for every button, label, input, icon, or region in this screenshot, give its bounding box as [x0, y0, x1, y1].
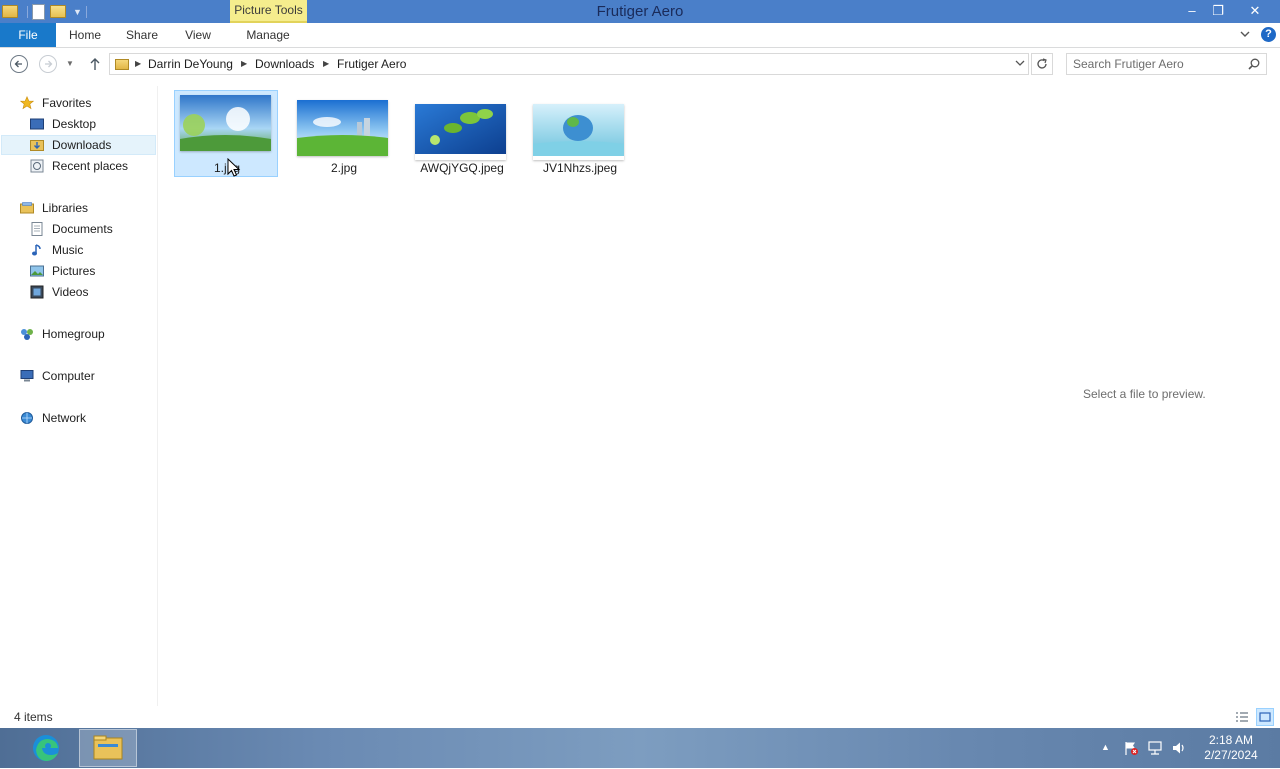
- help-icon[interactable]: ?: [1261, 27, 1276, 42]
- network-icon: [20, 411, 34, 425]
- picture-tools-context-tab: Picture Tools: [230, 0, 307, 23]
- computer-icon: [20, 369, 34, 383]
- navigation-pane: Favorites Desktop Downloads Recent place…: [0, 86, 158, 706]
- clock-time: 2:18 AM: [1208, 733, 1254, 747]
- videos-icon: [30, 285, 44, 299]
- recent-places-icon: [30, 159, 44, 173]
- sidebar-label: Favorites: [42, 96, 92, 110]
- breadcrumb-darrin-deyoung[interactable]: Darrin DeYoung: [148, 57, 233, 71]
- back-button[interactable]: [10, 55, 28, 73]
- customize-toolbar-dropdown[interactable]: ▼: [73, 7, 82, 17]
- details-view-icon[interactable]: [1234, 709, 1250, 725]
- address-history-dropdown[interactable]: [1015, 59, 1025, 69]
- show-hidden-icons-chevron-icon[interactable]: ▲: [1101, 742, 1110, 752]
- file-list: 1.jpg 2.jpg AWQjYGQ.jpeg JV1Nhzs.jpeg: [160, 86, 1030, 706]
- folder-icon[interactable]: [2, 5, 18, 18]
- sidebar-label: Recent places: [52, 159, 129, 173]
- image-thumbnail: [297, 100, 388, 156]
- breadcrumb-downloads[interactable]: Downloads: [255, 57, 314, 71]
- status-bar: 4 items: [0, 706, 1280, 728]
- item-count: 4 items: [14, 710, 53, 724]
- edge-browser-icon[interactable]: [28, 731, 64, 765]
- window-title: Frutiger Aero: [596, 3, 684, 20]
- tab-file[interactable]: File: [0, 23, 56, 47]
- address-bar[interactable]: ▶ Darrin DeYoung ▶ Downloads ▶ Frutiger …: [109, 53, 1029, 75]
- mouse-cursor-icon: [227, 158, 241, 177]
- pane-divider[interactable]: [157, 86, 158, 706]
- new-folder-icon[interactable]: [50, 5, 66, 18]
- file-explorer-taskbar-button[interactable]: [79, 729, 137, 767]
- tab-share[interactable]: Share: [118, 23, 166, 47]
- properties-icon[interactable]: [32, 3, 45, 20]
- close-button[interactable]: ✕: [1240, 0, 1270, 22]
- breadcrumb-separator-icon[interactable]: ▶: [323, 59, 329, 68]
- file-tile[interactable]: JV1Nhzs.jpeg: [528, 91, 632, 178]
- refresh-button[interactable]: [1031, 53, 1053, 75]
- file-explorer-icon: [93, 735, 123, 760]
- sidebar-label: Music: [52, 243, 84, 257]
- maximize-button[interactable]: ❐: [1204, 0, 1232, 22]
- star-icon: [19, 96, 35, 110]
- pictures-icon: [30, 264, 44, 278]
- title-bar: ▼ Picture Tools Frutiger Aero ‒ ❐ ✕: [0, 0, 1280, 23]
- image-thumbnail: [180, 95, 271, 151]
- toolbar-divider: [85, 5, 87, 18]
- tab-view[interactable]: View: [178, 23, 218, 47]
- sidebar-label: Downloads: [52, 138, 112, 152]
- taskbar-clock[interactable]: 2:18 AM 2/27/2024: [1196, 733, 1266, 763]
- ribbon-tabs: File Home Share View Manage ?: [0, 23, 1280, 48]
- sidebar-label: Desktop: [52, 117, 97, 131]
- folder-icon: [115, 59, 129, 70]
- volume-icon[interactable]: [1171, 740, 1187, 756]
- action-center-flag-icon[interactable]: [1123, 740, 1139, 756]
- file-tile[interactable]: 2.jpg: [292, 91, 396, 178]
- clock-date: 2/27/2024: [1204, 748, 1258, 762]
- sidebar-label: Libraries: [42, 201, 89, 215]
- file-name: 2.jpg: [330, 161, 358, 175]
- breadcrumb-separator-icon[interactable]: ▶: [241, 59, 247, 68]
- large-icons-view-icon[interactable]: [1256, 708, 1274, 726]
- quick-access-toolbar: ▼: [2, 3, 91, 20]
- recent-locations-dropdown[interactable]: ▼: [66, 59, 74, 68]
- network-status-icon[interactable]: [1147, 740, 1163, 756]
- breadcrumb-frutiger-aero[interactable]: Frutiger Aero: [337, 57, 406, 71]
- forward-button[interactable]: [39, 55, 57, 73]
- sidebar-label: Network: [42, 411, 87, 425]
- breadcrumb-separator-icon[interactable]: ▶: [135, 59, 141, 68]
- up-arrow-icon[interactable]: [88, 56, 102, 72]
- downloads-folder-icon: [30, 138, 44, 152]
- libraries-icon: [20, 201, 34, 215]
- documents-icon: [30, 222, 44, 236]
- sidebar-label: Homegroup: [42, 327, 105, 341]
- search-input[interactable]: [1073, 56, 1238, 72]
- sidebar-label: Videos: [52, 285, 89, 299]
- navigation-bar: ▼ ▶ Darrin DeYoung ▶ Downloads ▶ Frutige…: [0, 48, 1280, 82]
- expand-ribbon-chevron-icon[interactable]: [1238, 28, 1252, 42]
- preview-pane-message: Select a file to preview.: [1083, 387, 1206, 401]
- music-note-icon: [30, 243, 44, 257]
- minimize-button[interactable]: ‒: [1178, 0, 1206, 22]
- search-box[interactable]: [1066, 53, 1267, 75]
- homegroup-icon: [20, 327, 34, 341]
- file-tile[interactable]: AWQjYGQ.jpeg: [410, 91, 514, 178]
- taskbar: ▲ 2:18 AM 2/27/2024: [0, 728, 1280, 768]
- desktop-icon: [30, 117, 44, 131]
- search-icon[interactable]: [1247, 57, 1261, 71]
- sidebar-label: Documents: [52, 222, 113, 236]
- sidebar-label: Computer: [42, 369, 95, 383]
- toolbar-divider: [27, 5, 28, 18]
- tab-manage[interactable]: Manage: [238, 23, 298, 47]
- image-thumbnail: [415, 104, 506, 160]
- file-name: JV1Nhzs.jpeg: [542, 161, 618, 175]
- image-thumbnail: [533, 104, 624, 160]
- file-tile[interactable]: 1.jpg: [174, 90, 278, 177]
- sidebar-label: Pictures: [52, 264, 96, 278]
- file-name: AWQjYGQ.jpeg: [420, 161, 504, 175]
- tab-home[interactable]: Home: [62, 23, 108, 47]
